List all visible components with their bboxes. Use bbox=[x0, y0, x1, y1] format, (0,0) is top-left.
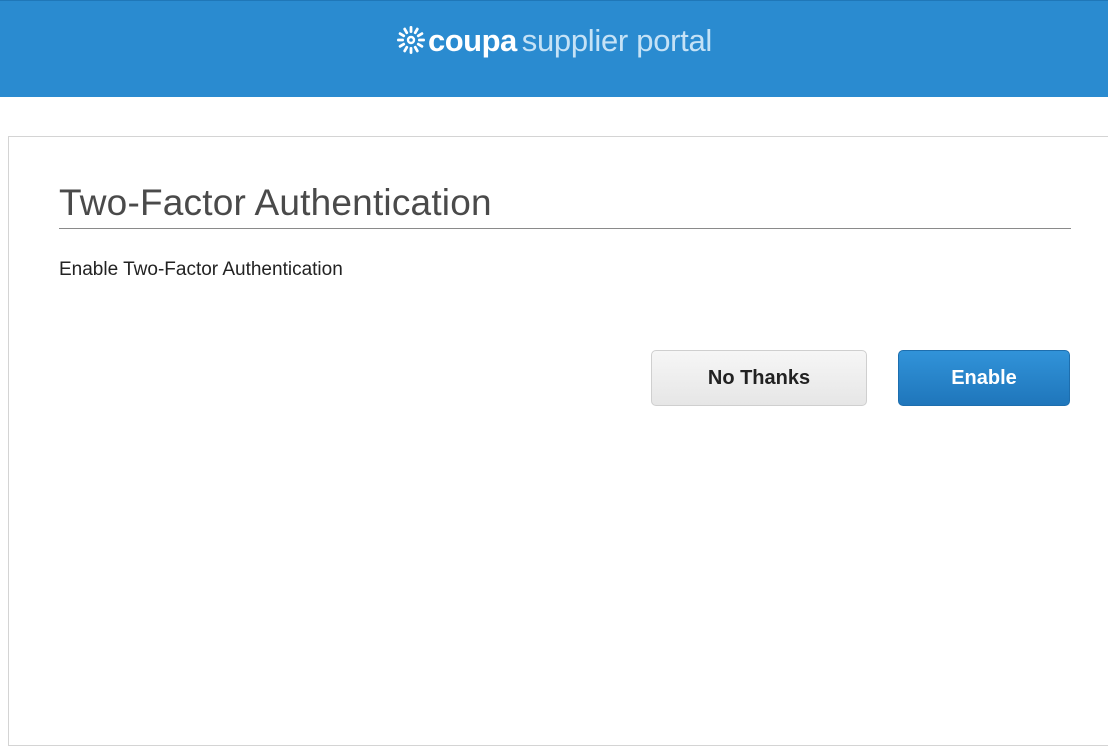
title-divider bbox=[59, 228, 1071, 229]
no-thanks-button[interactable]: No Thanks bbox=[651, 350, 867, 406]
enable-button[interactable]: Enable bbox=[898, 350, 1070, 406]
page-title: Two-Factor Authentication bbox=[59, 182, 492, 223]
enable-2fa-description: Enable Two-Factor Authentication bbox=[59, 259, 343, 280]
coupa-starburst-icon bbox=[396, 26, 425, 54]
coupa-supplier-portal-logo[interactable]: coupa supplier portal bbox=[0, 21, 1108, 61]
two-factor-panel: Two-Factor Authentication Enable Two-Fac… bbox=[8, 136, 1108, 746]
product-name: supplier portal bbox=[521, 23, 713, 58]
brand-name: coupa bbox=[427, 23, 517, 58]
header-bar: coupa supplier portal bbox=[0, 0, 1108, 97]
